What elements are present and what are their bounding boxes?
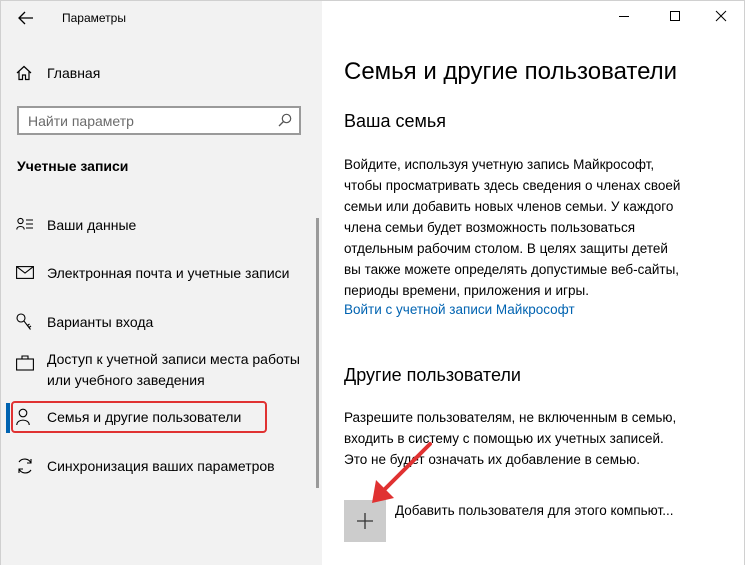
sidebar-item-label-line2: или учебного заведения: [47, 372, 205, 388]
person-card-icon: [16, 217, 33, 230]
window-border: [0, 0, 745, 1]
sidebar-item-work-access[interactable]: Доступ к учетной записи места работы или…: [16, 349, 316, 393]
search-input[interactable]: [28, 112, 268, 130]
maximize-button[interactable]: [652, 0, 698, 32]
family-heading: Ваша семья: [344, 111, 446, 131]
family-description: Войдите, используя учетную запись Майкро…: [344, 154, 729, 301]
sign-in-microsoft-link[interactable]: Войти с учетной записи Майкрософт: [344, 302, 575, 317]
other-users-heading: Другие пользователи: [344, 365, 521, 385]
text-line: периоды времени, приложения и игры.: [344, 283, 589, 298]
sync-icon: [18, 458, 32, 474]
text-line: семьи или добавить новых членов семьи. У…: [344, 199, 674, 214]
sidebar-item-label: Синхронизация ваших параметров: [47, 458, 275, 474]
home-nav-item[interactable]: Главная: [16, 63, 296, 85]
minimize-button[interactable]: [601, 0, 647, 32]
home-label: Главная: [47, 65, 101, 81]
annotation-arrow-icon: [372, 442, 432, 503]
back-arrow-icon: [18, 11, 33, 25]
maximize-icon: [670, 11, 680, 21]
section-title: Учетные записи: [17, 158, 129, 174]
close-icon: [715, 10, 727, 22]
selected-indicator: [6, 403, 10, 433]
sidebar-item-sync-settings[interactable]: Синхронизация ваших параметров: [16, 455, 316, 479]
home-icon: [16, 65, 32, 81]
page-title: Семья и другие пользователи: [344, 58, 678, 85]
text-line: чтобы просматривать здесь сведения о чле…: [344, 178, 681, 193]
text-line: вы также можете определять допустимые ве…: [344, 262, 680, 277]
sidebar-item-your-info[interactable]: Ваши данные: [16, 214, 316, 238]
mail-icon: [16, 266, 34, 279]
briefcase-icon: [16, 355, 34, 371]
key-icon: [16, 313, 32, 330]
sidebar-item-label: Ваши данные: [47, 217, 137, 233]
text-line: члена семьи будет возможность пользовать…: [344, 220, 636, 235]
sidebar-item-label: Варианты входа: [47, 314, 154, 330]
search-icon: [278, 113, 292, 127]
text-line: Войдите, используя учетную запись Майкро…: [344, 157, 655, 172]
window-border: [0, 0, 1, 565]
sidebar-item-email-accounts[interactable]: Электронная почта и учетные записи: [16, 262, 316, 286]
search-field[interactable]: [17, 106, 301, 135]
sidebar-scrollbar[interactable]: [316, 218, 319, 488]
minimize-icon: [619, 16, 629, 17]
text-line: Разрешите пользователям, не включенным в…: [344, 410, 677, 425]
annotation-highlight-box: [11, 401, 267, 433]
sidebar-item-label: Электронная почта и учетные записи: [47, 265, 290, 281]
sidebar-item-label: Доступ к учетной записи места работы: [47, 351, 300, 367]
plus-icon: [357, 513, 373, 529]
close-button[interactable]: [698, 0, 744, 32]
app-title: Параметры: [62, 11, 126, 25]
sidebar-item-sign-in-options[interactable]: Варианты входа: [16, 311, 316, 335]
text-line: отдельным рабочим столом. В целях защиты…: [344, 241, 668, 256]
back-button[interactable]: [14, 6, 40, 30]
